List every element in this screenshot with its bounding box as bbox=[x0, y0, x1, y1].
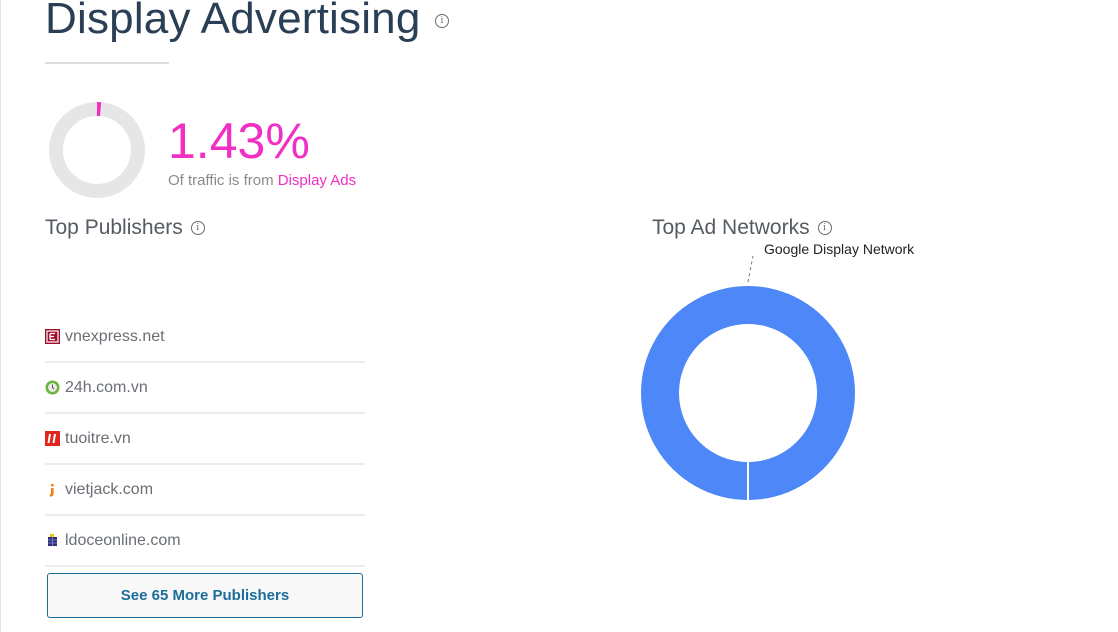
publisher-item[interactable]: tuoitre.vn bbox=[45, 414, 365, 465]
donut-track bbox=[49, 102, 145, 198]
slice-label: Google Display Network bbox=[764, 241, 915, 257]
caption-accent: Display Ads bbox=[277, 172, 357, 189]
publisher-name: tuoitre.vn bbox=[65, 429, 131, 447]
traffic-share-donut bbox=[49, 102, 145, 198]
publisher-item[interactable]: 24h.com.vn bbox=[45, 363, 365, 414]
24h-favicon-icon bbox=[45, 380, 60, 395]
title-underline bbox=[45, 62, 169, 64]
caption-prefix: Of traffic is from bbox=[168, 172, 278, 189]
info-icon[interactable]: i bbox=[190, 221, 205, 235]
label-leader-line bbox=[747, 255, 754, 283]
info-icon[interactable]: i bbox=[817, 221, 832, 235]
publisher-item[interactable]: ldoceonline.com bbox=[45, 516, 365, 567]
page-title: Display Advertising i bbox=[45, 0, 449, 44]
see-more-publishers-button[interactable]: See 65 More Publishers bbox=[47, 573, 363, 618]
publisher-name: ldoceonline.com bbox=[65, 531, 181, 549]
page-title-text: Display Advertising bbox=[45, 0, 421, 43]
info-icon[interactable]: i bbox=[435, 14, 449, 28]
ad-networks-donut-chart: Google Display Network bbox=[640, 241, 915, 501]
vietjack-favicon-icon bbox=[45, 482, 60, 497]
publisher-name: vietjack.com bbox=[65, 480, 154, 498]
top-publishers-title-text: Top Publishers bbox=[45, 216, 183, 239]
tuoitre-favicon-icon bbox=[45, 431, 60, 446]
publisher-item[interactable]: vnexpress.net bbox=[45, 312, 365, 363]
publisher-name: 24h.com.vn bbox=[65, 378, 148, 396]
publishers-list: vnexpress.net 24h.com.vn tuoitre.vn viet… bbox=[45, 312, 365, 567]
traffic-share-value: 1.43% bbox=[168, 113, 310, 169]
publisher-item[interactable]: vietjack.com bbox=[45, 465, 365, 516]
left-border bbox=[0, 0, 1, 632]
ldoceonline-favicon-icon bbox=[45, 533, 60, 548]
top-publishers-title: Top Publishers i bbox=[45, 216, 205, 240]
top-ad-networks-title: Top Ad Networks i bbox=[652, 216, 832, 240]
top-ad-networks-title-text: Top Ad Networks bbox=[652, 216, 810, 239]
traffic-share-caption: Of traffic is from Display Ads bbox=[168, 172, 356, 189]
vnexpress-favicon-icon bbox=[45, 329, 60, 344]
publisher-name: vnexpress.net bbox=[65, 327, 165, 345]
